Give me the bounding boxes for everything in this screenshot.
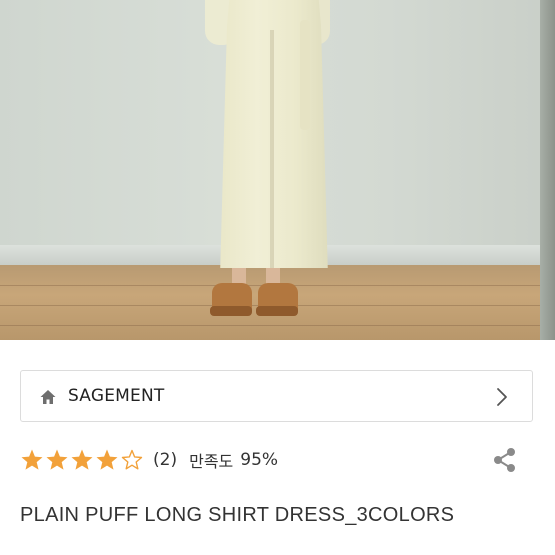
share-icon[interactable] bbox=[491, 446, 519, 474]
floor-line bbox=[0, 325, 555, 326]
satisfaction-value: 95% bbox=[240, 450, 279, 470]
dress-placket bbox=[270, 30, 274, 268]
dress-tie bbox=[300, 20, 310, 130]
rating-row[interactable]: (2) 만족도 95% bbox=[20, 446, 278, 474]
brand-name: SAGEMENT bbox=[68, 386, 165, 406]
review-count: (2) bbox=[153, 450, 178, 470]
star-rating bbox=[20, 448, 145, 472]
star-full-icon bbox=[96, 449, 118, 470]
sandal-sole-right bbox=[256, 306, 298, 316]
dress-shape bbox=[220, 0, 328, 268]
photo-door-edge bbox=[540, 0, 555, 340]
star-full-icon bbox=[71, 449, 93, 470]
product-photo[interactable] bbox=[0, 0, 555, 340]
star-full-icon bbox=[46, 449, 68, 470]
star-outline-icon bbox=[121, 449, 143, 470]
chevron-right-icon bbox=[497, 388, 507, 406]
satisfaction-label: 만족도 bbox=[189, 452, 234, 471]
home-icon bbox=[40, 390, 56, 404]
brand-link[interactable]: SAGEMENT bbox=[20, 370, 533, 422]
sandal-sole-left bbox=[210, 306, 252, 316]
product-title: PLAIN PUFF LONG SHIRT DRESS_3COLORS bbox=[20, 504, 455, 526]
star-full-icon bbox=[21, 449, 43, 470]
